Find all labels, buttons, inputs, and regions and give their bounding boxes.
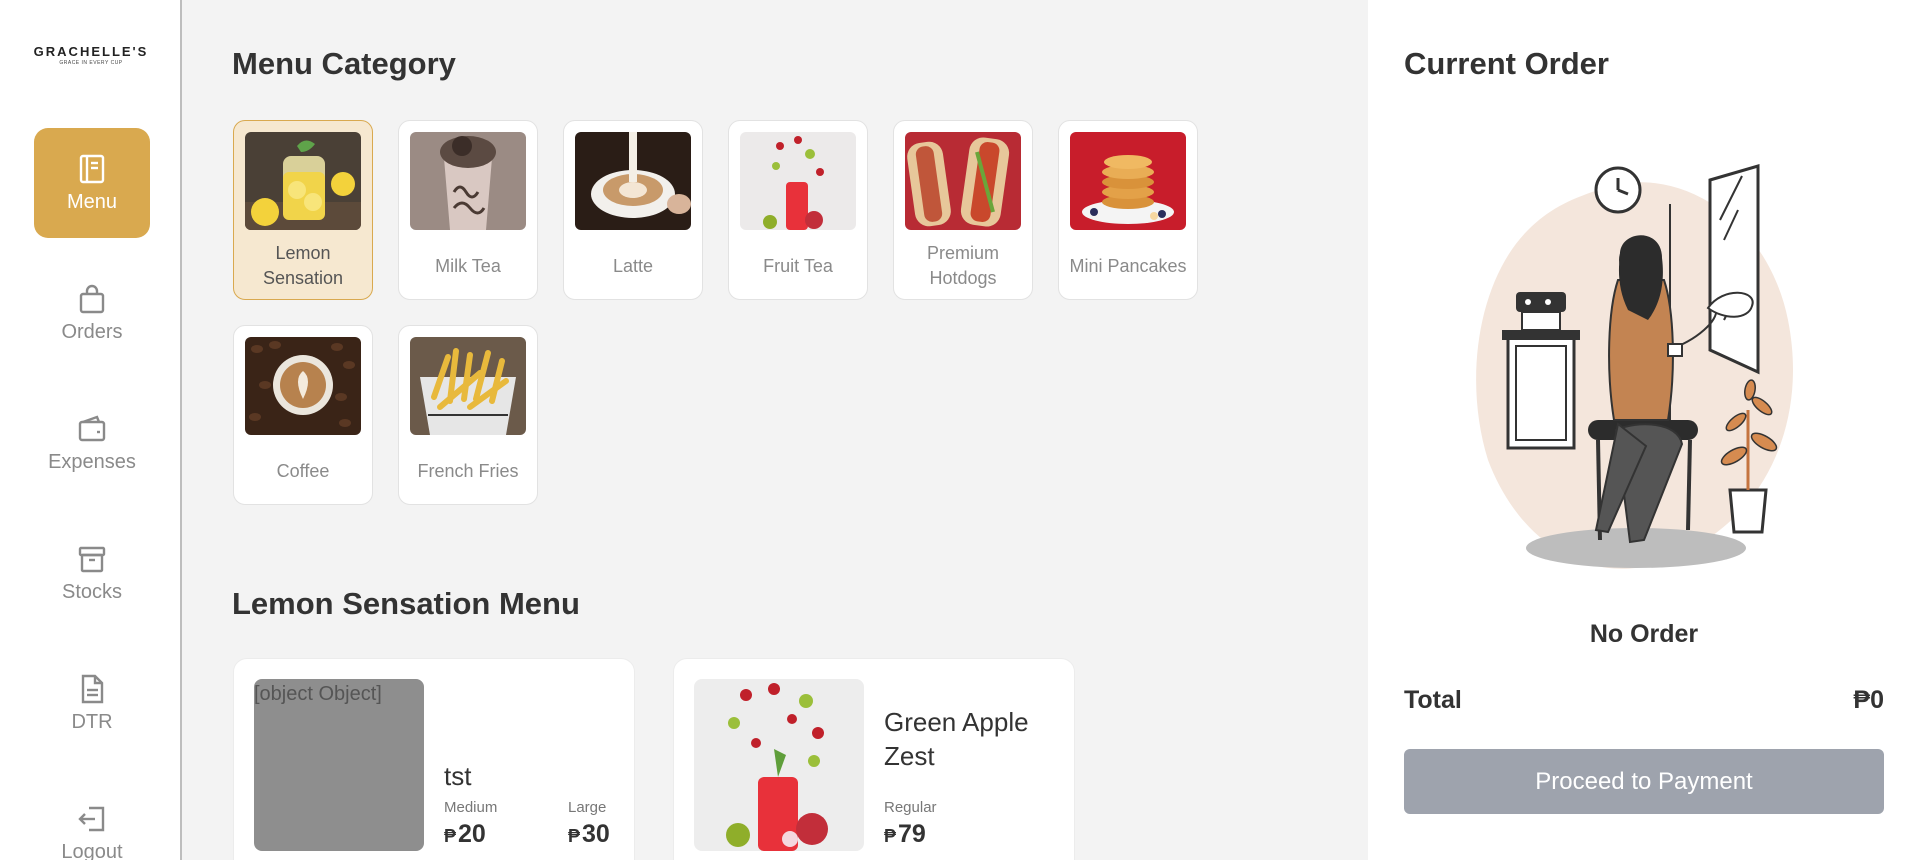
category-name: Coffee	[276, 460, 330, 481]
category-card-fruit-tea[interactable]: Fruit Tea	[728, 120, 868, 300]
main-content: Menu Category Lemon Sensation Milk Tea L…	[182, 0, 1368, 860]
empty-order-illustration	[1476, 164, 1793, 569]
brand-name: GRACHELLE'S	[33, 44, 149, 59]
category-menu-title: Lemon Sensation Menu	[232, 586, 580, 621]
no-order-text: No Order	[1589, 620, 1699, 648]
size-label: Large	[568, 799, 607, 816]
sidebar-item-menu[interactable]: Menu	[34, 128, 150, 238]
category-card-french-fries[interactable]: French Fries	[398, 325, 538, 505]
category-card-coffee[interactable]: Coffee	[233, 325, 373, 505]
category-card-premium-hotdogs[interactable]: Premium Hotdogs	[893, 120, 1033, 300]
sidebar-item-orders[interactable]: Orders	[34, 258, 150, 368]
sidebar-item-expenses[interactable]: Expenses	[34, 388, 150, 498]
size-option-large[interactable]: Large ₱30	[568, 799, 610, 849]
image-alt-text: [object Object]	[254, 683, 382, 705]
size-label: Regular	[884, 799, 937, 816]
hotdogs-photo	[905, 132, 1021, 230]
size-option-medium[interactable]: Medium ₱20	[444, 799, 497, 849]
category-name: Mini Pancakes	[1069, 255, 1187, 276]
total-value: ₱0	[1853, 686, 1884, 714]
latte-photo	[575, 132, 691, 230]
menu-book-icon	[79, 154, 105, 183]
broken-image: [object Object]	[254, 679, 424, 851]
category-card-latte[interactable]: Latte	[563, 120, 703, 300]
pancakes-photo	[1070, 132, 1186, 230]
proceed-to-payment-button[interactable]: Proceed to Payment	[1404, 749, 1884, 814]
sidebar-item-dtr[interactable]: DTR	[34, 648, 150, 758]
fruit-tea-photo	[740, 132, 856, 230]
document-icon	[81, 674, 104, 703]
category-name: Latte	[612, 255, 654, 276]
sidebar-item-label: Menu	[66, 190, 118, 213]
menu-item-name: Green Apple Zest	[884, 707, 1029, 771]
logout-icon	[78, 806, 105, 831]
order-total-row: Total ₱0	[1404, 686, 1884, 715]
brand-tagline: GRACE IN EVERY CUP	[59, 60, 123, 66]
current-order-title: Current Order	[1404, 46, 1609, 81]
size-price: ₱20	[444, 820, 486, 848]
wallet-icon	[78, 414, 106, 441]
size-price: ₱30	[568, 820, 610, 848]
sidebar: GRACHELLE'S GRACE IN EVERY CUP Menu Orde…	[0, 0, 182, 860]
sidebar-item-label: Stocks	[61, 580, 123, 603]
milk-tea-photo	[410, 132, 526, 230]
category-card-mini-pancakes[interactable]: Mini Pancakes	[1058, 120, 1198, 300]
sidebar-item-logout[interactable]: Logout	[34, 778, 150, 860]
sidebar-item-label: Orders	[61, 320, 123, 343]
menu-item-name: tst	[444, 761, 472, 791]
category-name: Premium Hotdogs	[926, 243, 999, 288]
fries-photo	[410, 337, 526, 435]
total-label: Total	[1404, 686, 1462, 714]
menu-item-card[interactable]: [object Object] tst Medium ₱20 Large ₱30	[233, 658, 635, 860]
sidebar-item-stocks[interactable]: Stocks	[34, 518, 150, 628]
sidebar-item-label: DTR	[71, 710, 113, 733]
fruit-drink-photo	[694, 679, 864, 851]
current-order-panel: Current Order No Order Total ₱0 Proceed …	[1368, 0, 1920, 860]
coffee-photo	[245, 337, 361, 435]
menu-item-card[interactable]: Green Apple Zest Regular ₱79	[673, 658, 1075, 860]
size-option-regular[interactable]: Regular ₱79	[884, 799, 937, 849]
archive-box-icon	[78, 546, 106, 572]
lemonade-photo	[245, 132, 361, 230]
category-name: Lemon Sensation	[262, 243, 344, 288]
size-price: ₱79	[884, 820, 926, 848]
category-name: Milk Tea	[435, 255, 501, 276]
category-name: Fruit Tea	[763, 255, 833, 276]
category-card-milk-tea[interactable]: Milk Tea	[398, 120, 538, 300]
menu-category-title: Menu Category	[232, 46, 456, 81]
brand-logo: GRACHELLE'S GRACE IN EVERY CUP	[0, 44, 182, 66]
sidebar-item-label: Expenses	[48, 450, 136, 473]
sidebar-item-label: Logout	[61, 840, 123, 860]
shopping-bag-icon	[79, 284, 105, 313]
category-name: French Fries	[417, 460, 519, 481]
size-label: Medium	[444, 799, 498, 816]
category-card-lemon-sensation[interactable]: Lemon Sensation	[233, 120, 373, 300]
